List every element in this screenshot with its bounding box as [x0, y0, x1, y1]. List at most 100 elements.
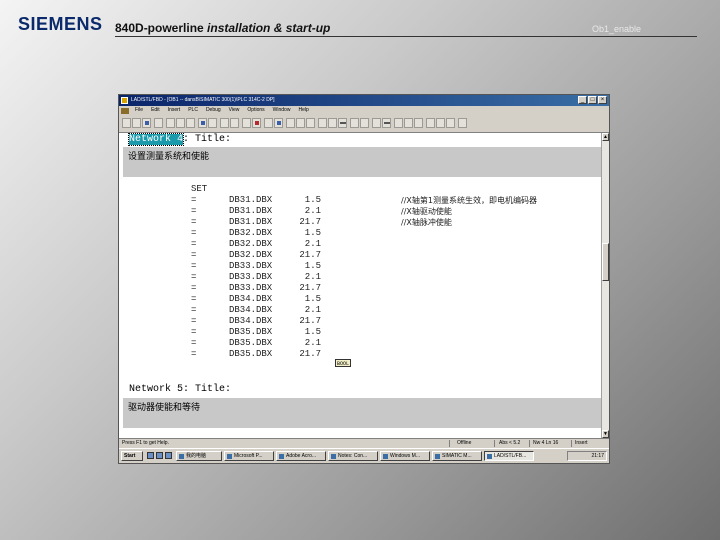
- network-5-title-text: : Title:: [183, 384, 232, 395]
- slide-header: SIEMENS 840D-powerline installation & st…: [0, 0, 720, 40]
- redo-icon[interactable]: [230, 118, 239, 128]
- stl-bit: 2.1: [304, 305, 321, 315]
- toolbar: [119, 115, 609, 133]
- coil-icon[interactable]: [338, 118, 347, 128]
- print-icon[interactable]: [154, 118, 163, 128]
- outlook-icon[interactable]: [165, 452, 172, 459]
- start-button[interactable]: Start: [121, 451, 143, 461]
- menu-file[interactable]: File: [131, 106, 147, 115]
- vertical-scrollbar[interactable]: ▲ ▼: [601, 133, 609, 438]
- menu-view[interactable]: View: [225, 106, 244, 115]
- status-divider: [494, 440, 495, 447]
- close-button[interactable]: ×: [598, 96, 607, 104]
- new-icon[interactable]: [122, 118, 131, 128]
- menu-plc[interactable]: PLC: [184, 106, 202, 115]
- menu-debug[interactable]: Debug: [202, 106, 225, 115]
- reference-icon[interactable]: [286, 118, 295, 128]
- header-divider: [115, 36, 697, 37]
- desktop-icon[interactable]: [147, 452, 154, 459]
- stl-address: DB35.DBX: [229, 327, 273, 337]
- clock: 21:17: [591, 453, 604, 459]
- stl-address: DB34.DBX: [229, 294, 273, 304]
- stl-address: DB33.DBX: [229, 283, 273, 293]
- lad-stl-fbd-window: LAD/STL/FBD - [OB1 -- dansB\SIMATIC 300(…: [118, 94, 610, 464]
- stl-comment: //X轴驱动使能: [401, 207, 452, 216]
- network-5-comment[interactable]: 驱动器使能和等待: [123, 398, 601, 428]
- toggle-view-icon[interactable]: [404, 118, 413, 128]
- system-tray[interactable]: 21:17: [567, 451, 607, 461]
- stl-address: DB34.DBX: [229, 305, 273, 315]
- stl-bit: 1.5: [304, 294, 321, 304]
- menu-bar: File Edit Insert PLC Debug View Options …: [119, 106, 609, 115]
- status-help: Press F1 to get Help.: [122, 440, 169, 446]
- task-windows-media[interactable]: Windows M...: [380, 451, 430, 461]
- refresh-icon[interactable]: [274, 118, 283, 128]
- stl-icon[interactable]: [446, 118, 455, 128]
- stl-op: =: [191, 283, 197, 293]
- task-simatic-manager[interactable]: SIMATIC M...: [432, 451, 482, 461]
- network-5-comment-text: 驱动器使能和等待: [128, 403, 201, 413]
- dots-icon[interactable]: [306, 118, 315, 128]
- stl-op: =: [191, 239, 197, 249]
- ie-icon[interactable]: [156, 452, 163, 459]
- document-icon[interactable]: [121, 108, 129, 114]
- paste-icon[interactable]: [186, 118, 195, 128]
- menu-help[interactable]: Help: [294, 106, 312, 115]
- status-line: Nw 4 Ln 16: [533, 440, 559, 446]
- window-titlebar[interactable]: LAD/STL/FBD - [OB1 -- dansB\SIMATIC 300(…: [119, 95, 609, 106]
- help-icon[interactable]: [458, 118, 467, 128]
- stl-bit: 2.1: [304, 239, 321, 249]
- contact-no-icon[interactable]: [318, 118, 327, 128]
- minimize-button[interactable]: _: [578, 96, 587, 104]
- zoom-in-icon[interactable]: [242, 118, 251, 128]
- scroll-thumb[interactable]: [602, 243, 609, 281]
- stl-op: =: [191, 250, 197, 260]
- contact-nc-icon[interactable]: [328, 118, 337, 128]
- window-title: LAD/STL/FBD - [OB1 -- dansB\SIMATIC 300(…: [131, 97, 275, 103]
- stl-op: SET: [191, 184, 208, 194]
- task-acrobat[interactable]: Adobe Acro...: [276, 451, 326, 461]
- stl-address: DB31.DBX: [229, 206, 273, 216]
- status-divider: [529, 440, 530, 447]
- scroll-down-icon[interactable]: ▼: [602, 430, 609, 438]
- program-elements-icon[interactable]: [394, 118, 403, 128]
- symbol-icon[interactable]: [414, 118, 423, 128]
- maximize-button[interactable]: □: [588, 96, 597, 104]
- box-icon[interactable]: [372, 118, 381, 128]
- status-bar: Press F1 to get Help. Offline Abs < 5.2 …: [119, 438, 609, 448]
- copy-icon[interactable]: [176, 118, 185, 128]
- branch-open-icon[interactable]: [350, 118, 359, 128]
- menu-window[interactable]: Window: [269, 106, 295, 115]
- monitor-icon[interactable]: [208, 118, 217, 128]
- open-icon[interactable]: [132, 118, 141, 128]
- overview-icon[interactable]: [264, 118, 273, 128]
- network-5-title[interactable]: Network 5: Title:: [129, 384, 231, 395]
- task-my-computer[interactable]: 我的电脑: [176, 451, 222, 461]
- stl-bit: 21.7: [299, 217, 321, 227]
- cut-icon[interactable]: [166, 118, 175, 128]
- scroll-up-icon[interactable]: ▲: [602, 133, 609, 141]
- branch-close-icon[interactable]: [360, 118, 369, 128]
- stl-bit: 2.1: [304, 272, 321, 282]
- stl-address: DB31.DBX: [229, 217, 273, 227]
- menu-edit[interactable]: Edit: [147, 106, 164, 115]
- network-4-comment[interactable]: 设置测量系统和使能: [123, 147, 601, 177]
- ladder-icon[interactable]: [426, 118, 435, 128]
- task-lad-stl-fbd[interactable]: LAD/STL/FB...: [484, 451, 534, 461]
- save-icon[interactable]: [142, 118, 151, 128]
- stl-editor[interactable]: Network 4: Title: 设置测量系统和使能 SET = DB31.DB…: [119, 133, 601, 438]
- task-powerpoint[interactable]: Microsoft P...: [224, 451, 274, 461]
- stop-icon[interactable]: [252, 118, 261, 128]
- menu-insert[interactable]: Insert: [164, 106, 185, 115]
- menu-options[interactable]: Options: [243, 106, 268, 115]
- window-controls: _ □ ×: [578, 96, 607, 104]
- network-icon[interactable]: [296, 118, 305, 128]
- fbd-icon[interactable]: [436, 118, 445, 128]
- network-4-title[interactable]: Network 4: Title:: [127, 133, 231, 146]
- download-icon[interactable]: [198, 118, 207, 128]
- task-notes[interactable]: Notes: Con...: [328, 451, 378, 461]
- undo-icon[interactable]: [220, 118, 229, 128]
- connection-icon[interactable]: [382, 118, 391, 128]
- stl-bit: 1.5: [304, 195, 321, 205]
- stl-bit: 1.5: [304, 228, 321, 238]
